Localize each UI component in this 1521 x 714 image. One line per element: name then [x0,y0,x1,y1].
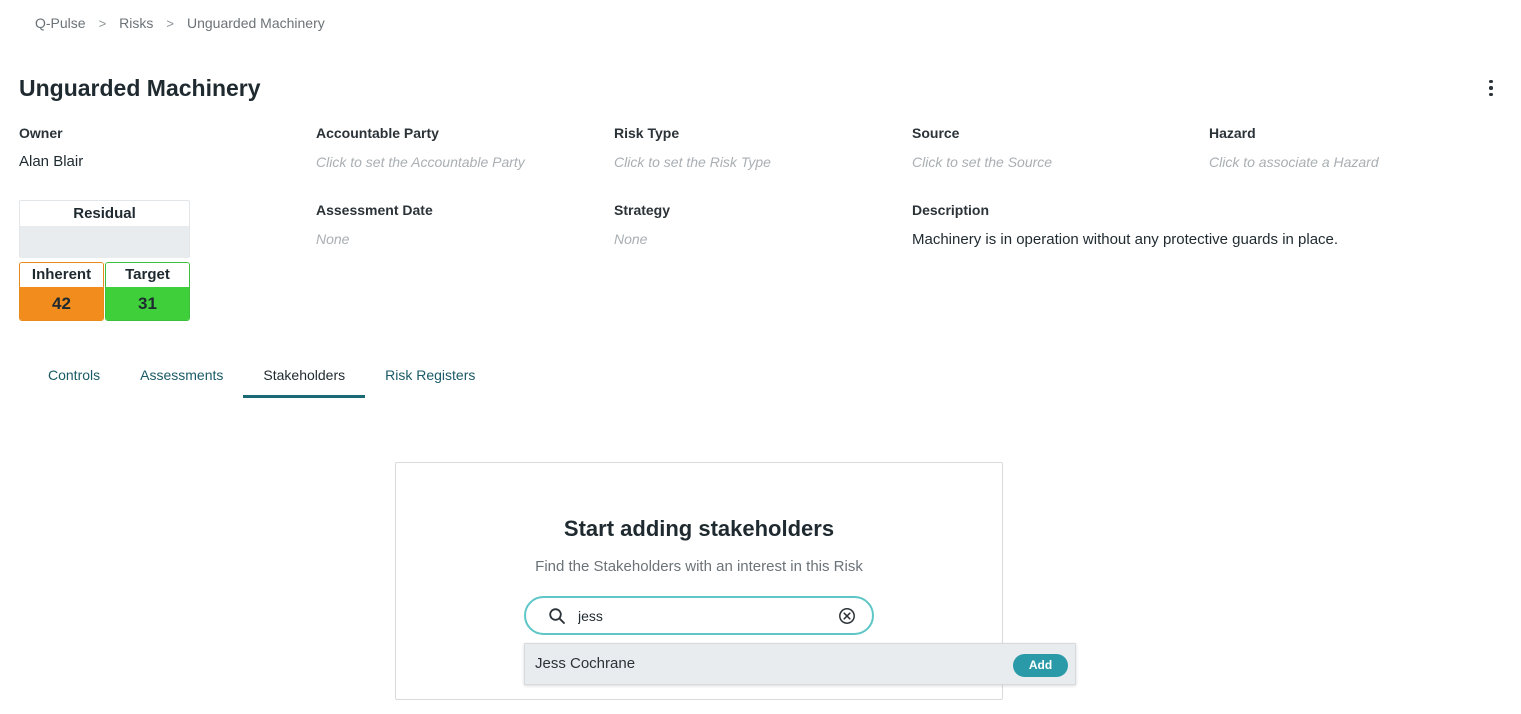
tab-bar: Controls Assessments Stakeholders Risk R… [28,358,495,398]
clear-icon[interactable] [837,606,857,626]
description-field: Description Machinery is in operation wi… [912,202,1338,248]
residual-value [20,226,189,258]
breadcrumb-separator: > [98,15,107,31]
strategy-value[interactable]: None [614,231,670,247]
hazard-field: Hazard Click to associate a Hazard [1209,125,1379,170]
add-stakeholder-button[interactable]: Add [1013,654,1068,677]
description-label: Description [912,202,990,218]
risk-type-placeholder[interactable]: Click to set the Risk Type [614,154,771,170]
owner-label: Owner [19,125,63,141]
stakeholders-subtitle: Find the Stakeholders with an interest i… [535,558,863,575]
source-label: Source [912,125,960,141]
assessment-date-label: Assessment Date [316,202,433,218]
assessment-date-field: Assessment Date None [316,202,433,247]
search-icon [549,608,565,624]
stakeholder-search-input[interactable] [578,605,828,627]
breadcrumb: Q-Pulse > Risks > Unguarded Machinery [35,15,325,31]
breadcrumb-current: Unguarded Machinery [187,15,325,31]
hazard-placeholder[interactable]: Click to associate a Hazard [1209,154,1379,170]
more-dot-icon [1489,79,1493,84]
breadcrumb-qpulse[interactable]: Q-Pulse [35,15,86,31]
residual-label: Residual [73,205,136,222]
tab-stakeholders[interactable]: Stakeholders [243,358,365,398]
hazard-label: Hazard [1209,125,1256,141]
risk-type-label: Risk Type [614,125,680,141]
assessment-date-value[interactable]: None [316,231,433,247]
inherent-label: Inherent [20,263,103,287]
accountable-party-label: Accountable Party [316,125,439,141]
tab-assessments[interactable]: Assessments [120,358,243,398]
more-dot-icon [1489,86,1493,90]
tab-risk-registers[interactable]: Risk Registers [365,358,495,398]
stakeholder-search[interactable] [524,596,874,635]
inherent-score: Inherent 42 [19,262,104,321]
search-result-item[interactable]: Jess Cochrane Add [524,643,1076,685]
stakeholders-title: Start adding stakeholders [563,516,835,541]
strategy-label: Strategy [614,202,671,218]
owner-value[interactable]: Alan Blair [19,153,83,170]
accountable-party-field: Accountable Party Click to set the Accou… [316,125,525,170]
breadcrumb-risks[interactable]: Risks [119,15,153,31]
residual-score: Residual [19,200,190,258]
target-label: Target [106,263,189,287]
breadcrumb-separator: > [166,15,174,31]
search-result-name: Jess Cochrane [535,655,636,672]
owner-field: Owner Alan Blair [19,125,83,170]
source-placeholder[interactable]: Click to set the Source [912,154,1052,170]
inherent-value: 42 [20,287,103,320]
risk-score-matrix: Residual Inherent 42 Target 31 [19,200,190,321]
risk-type-field: Risk Type Click to set the Risk Type [614,125,771,170]
strategy-field: Strategy None [614,202,670,247]
target-value: 31 [106,287,189,320]
target-score: Target 31 [105,262,190,321]
accountable-party-placeholder[interactable]: Click to set the Accountable Party [316,154,525,170]
page-title: Unguarded Machinery [19,75,261,101]
more-dot-icon [1489,92,1493,97]
description-value[interactable]: Machinery is in operation without any pr… [912,231,1338,248]
source-field: Source Click to set the Source [912,125,1052,170]
more-options-button[interactable] [1480,77,1502,99]
tab-controls[interactable]: Controls [28,358,120,398]
